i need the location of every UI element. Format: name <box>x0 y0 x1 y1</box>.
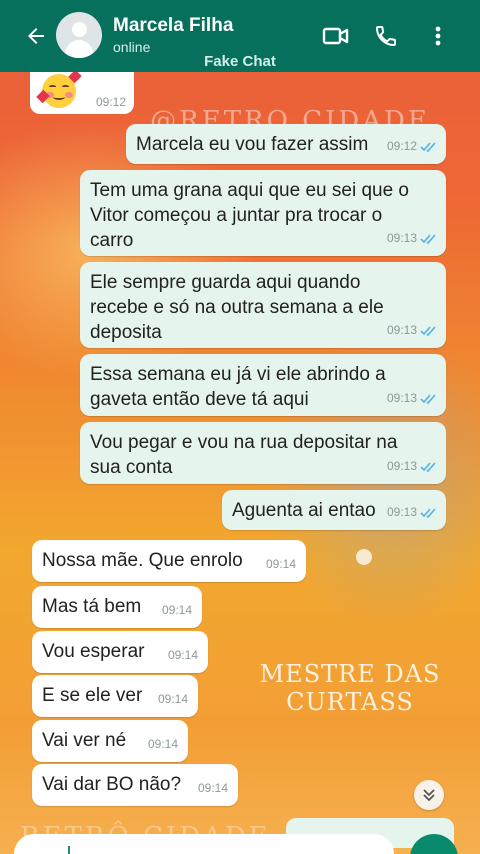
smiling-face-with-hearts-icon <box>36 69 82 108</box>
message-time: 09:14 <box>265 557 296 571</box>
message-text: Ele sempre guarda aqui quando recebe e s… <box>90 272 384 343</box>
read-ticks-icon <box>420 393 436 404</box>
decorative-dot <box>356 549 372 565</box>
read-ticks-icon <box>420 233 436 244</box>
scroll-down-button[interactable] <box>414 780 444 810</box>
message-time: 09:14 <box>167 648 198 662</box>
message-time: 09:13 <box>386 505 417 519</box>
message-text: Marcela eu vou fazer assim <box>136 134 369 155</box>
message-text: Vai ver né <box>42 730 127 751</box>
message-outgoing[interactable]: Tem uma grana aqui que eu sei que o Vito… <box>80 170 446 256</box>
message-text: Vou pegar e vou na rua depositar na sua … <box>90 432 398 478</box>
message-meta: 09:13 <box>387 226 438 251</box>
message-incoming-emoji[interactable]: 09:12 <box>30 69 134 114</box>
read-ticks-icon <box>420 507 436 518</box>
back-arrow-icon[interactable] <box>22 22 50 50</box>
watermark-mestre-das-curtass: MESTRE DAS CURTASS <box>259 660 441 716</box>
message-text: Essa semana eu já vi ele abrindo a gavet… <box>90 364 386 410</box>
message-outgoing[interactable]: Marcela eu vou fazer assim 09:12 <box>126 124 446 164</box>
video-call-icon[interactable] <box>322 22 350 50</box>
message-meta: 09:13 <box>387 318 438 343</box>
message-text: Vou esperar <box>42 641 145 662</box>
message-meta: 09:13 <box>387 386 438 411</box>
message-text: Aguenta ai entao <box>232 500 376 521</box>
read-ticks-icon <box>420 141 436 152</box>
read-ticks-icon <box>420 325 436 336</box>
message-text: E se ele ver <box>42 685 143 706</box>
message-meta: 09:13 <box>387 500 438 525</box>
message-outgoing[interactable]: Ele sempre guarda aqui quando recebe e s… <box>80 262 446 348</box>
message-time: 09:13 <box>386 231 417 245</box>
message-incoming[interactable]: E se ele ver 09:14 <box>32 675 198 717</box>
message-meta: 09:12 <box>387 134 438 159</box>
fake-chat-label: Fake Chat <box>204 53 276 70</box>
read-ticks-icon <box>420 461 436 472</box>
phone-icon[interactable] <box>372 22 400 50</box>
message-outgoing[interactable]: Vou pegar e vou na rua depositar na sua … <box>80 422 446 484</box>
message-time: 09:13 <box>386 459 417 473</box>
text-cursor <box>68 846 70 854</box>
message-time: 09:14 <box>147 737 178 751</box>
message-incoming[interactable]: Mas tá bem 09:14 <box>32 586 202 628</box>
message-text: Nossa mãe. Que enrolo <box>42 550 243 571</box>
message-incoming[interactable]: Nossa mãe. Que enrolo 09:14 <box>32 540 306 582</box>
message-meta: 09:13 <box>387 454 438 479</box>
message-incoming[interactable]: Vai dar BO não? 09:14 <box>32 764 238 806</box>
double-chevron-down-icon <box>423 789 435 802</box>
message-time: 09:13 <box>386 391 417 405</box>
message-text: Mas tá bem <box>42 596 142 617</box>
message-incoming[interactable]: Vou esperar 09:14 <box>32 631 208 673</box>
message-time: 09:14 <box>197 781 228 795</box>
message-outgoing[interactable]: Aguenta ai entao 09:13 <box>222 490 446 530</box>
message-input[interactable] <box>14 834 394 854</box>
message-text: Tem uma grana aqui que eu sei que o Vito… <box>90 180 409 251</box>
message-outgoing[interactable]: Essa semana eu já vi ele abrindo a gavet… <box>80 354 446 416</box>
message-time: 09:12 <box>95 95 126 109</box>
message-incoming[interactable]: Vai ver né 09:14 <box>32 720 188 762</box>
message-time: 09:14 <box>157 692 188 706</box>
avatar[interactable] <box>56 12 102 58</box>
message-time: 09:12 <box>386 139 417 153</box>
more-vert-icon[interactable] <box>424 22 452 50</box>
message-text: Vai dar BO não? <box>42 774 182 795</box>
contact-name[interactable]: Marcela Filha <box>113 15 233 37</box>
message-time: 09:14 <box>161 603 192 617</box>
message-time: 09:13 <box>386 323 417 337</box>
